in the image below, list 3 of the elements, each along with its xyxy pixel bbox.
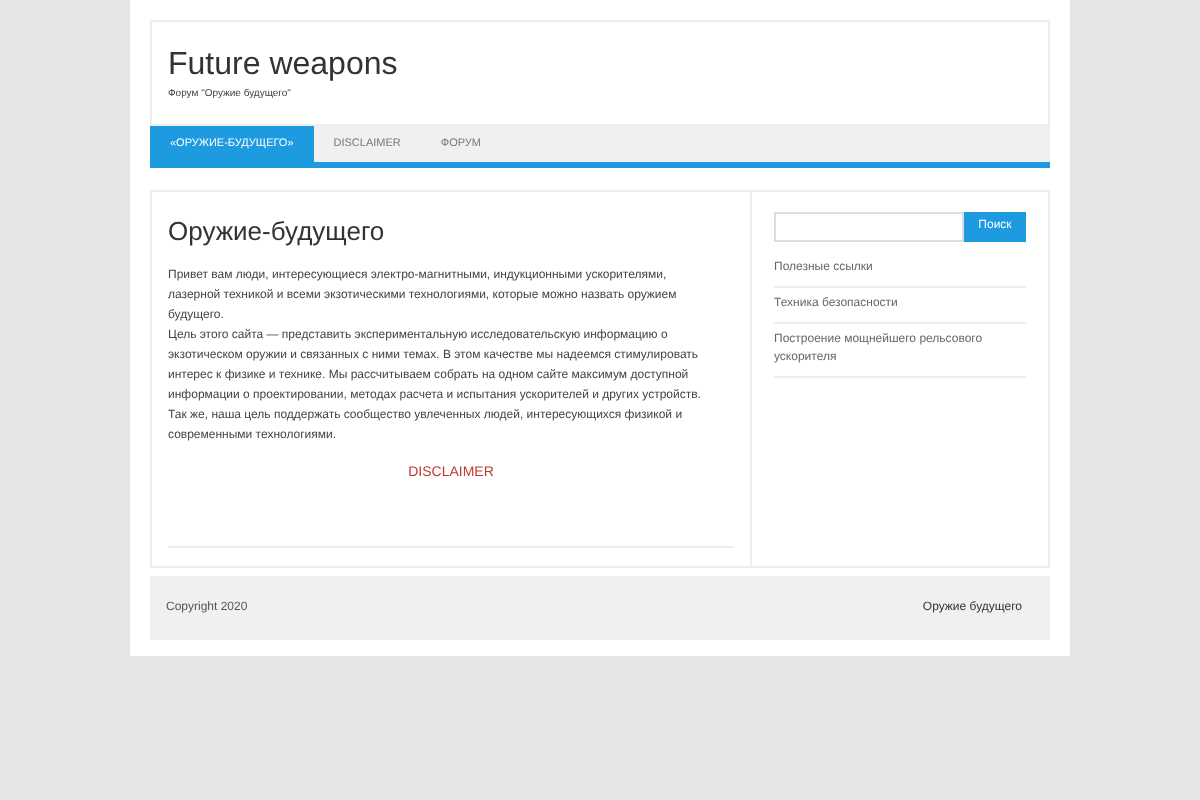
site-title[interactable]: Future weapons: [168, 48, 1032, 84]
article-title: Оружие-будущего: [168, 216, 387, 248]
search-field[interactable]: [774, 212, 964, 242]
